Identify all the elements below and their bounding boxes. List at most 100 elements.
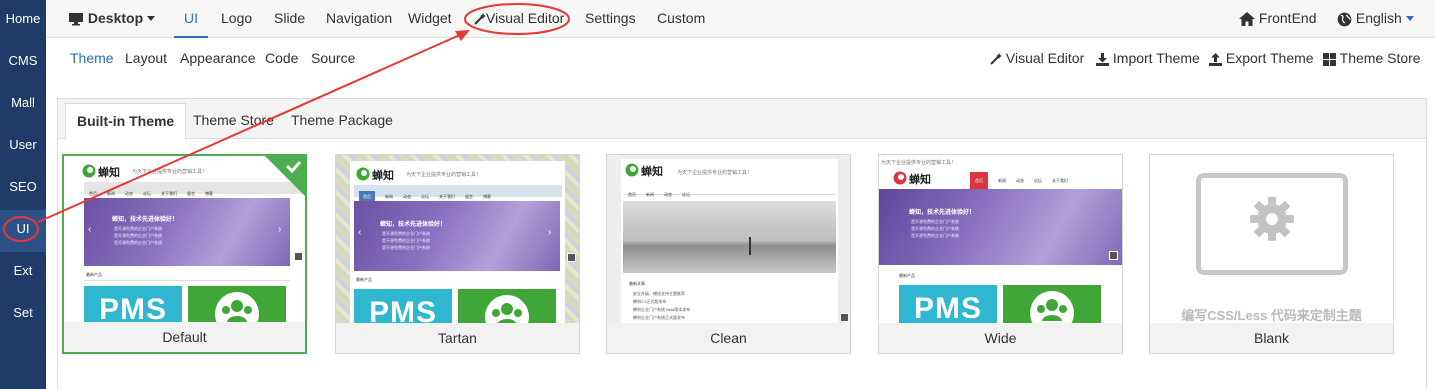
subnav-code[interactable]: Code bbox=[265, 38, 298, 78]
theme-store-button[interactable]: Theme Store bbox=[1323, 38, 1421, 78]
news-line: 安全升级，赠送支持主题推荐 bbox=[633, 291, 685, 296]
chevron-left-icon: ‹ bbox=[88, 224, 92, 235]
section-heading: 最新文章 bbox=[629, 281, 645, 286]
site-banner bbox=[623, 201, 836, 273]
tab-custom[interactable]: Custom bbox=[657, 0, 705, 38]
banner-line: 是开源免费的企业门户系统 bbox=[114, 226, 162, 231]
site-logo-icon bbox=[82, 164, 96, 178]
theme-card-tartan[interactable]: 蝉知 为天下企业提供专业的营销工具！ 首页 新闻 动态 论坛 关于我们 留言 博客 蝉知，技… bbox=[335, 154, 580, 354]
banner-line: 是开源免费的企业门户系统 bbox=[911, 226, 959, 231]
sidebar-item-ui[interactable]: UI bbox=[0, 210, 46, 252]
subnav-theme[interactable]: Theme bbox=[70, 38, 114, 78]
app-root: Home CMS Mall User SEO UI Ext Set Deskto… bbox=[0, 0, 1435, 389]
top-nav: Desktop UI Logo Slide Navigation Widget … bbox=[46, 0, 1435, 38]
section-heading: 最新产品 bbox=[86, 272, 102, 277]
qr-code-icon bbox=[840, 313, 849, 322]
sidebar-item-cms[interactable]: CMS bbox=[0, 42, 46, 84]
site-nav-item: 首页 bbox=[628, 192, 636, 197]
banner-line: 是开源免费的企业门户系统 bbox=[114, 233, 162, 238]
subnav-source[interactable]: Source bbox=[311, 38, 355, 78]
grid-icon bbox=[1323, 52, 1336, 66]
news-line: 蝉知2.6正式版发布 bbox=[633, 299, 667, 304]
theme-card-clean[interactable]: 蝉知 为天下企业提供专业的营销工具！ 首页 新闻 动态 论坛 最新文章 安全升级，赠送… bbox=[606, 154, 851, 354]
site-logo-icon bbox=[893, 171, 907, 185]
magic-wand-icon bbox=[474, 13, 486, 26]
theme-preview: 为天下企业提供专业的营销工具！ 蝉知 首页 新闻 动态 论坛 关于我们 蝉知，技术先进体… bbox=[879, 155, 1122, 325]
tab-theme-package[interactable]: Theme Package bbox=[280, 103, 404, 139]
banner-title: 蝉知，技术先进体验好！ bbox=[909, 210, 976, 216]
checkmark-icon bbox=[265, 156, 305, 196]
site-banner: 蝉知，技术先进体验好！ 是开源免费的企业门户系统 是开源免费的企业门户系统 是开… bbox=[354, 201, 560, 271]
import-theme-button[interactable]: Import Theme bbox=[1096, 38, 1200, 78]
site-nav: 首页 新闻 动态 论坛 bbox=[623, 183, 836, 197]
site-logo-text: 蝉知 bbox=[909, 174, 931, 186]
sidebar-item-ext[interactable]: Ext bbox=[0, 252, 46, 294]
sidebar-item-home[interactable]: Home bbox=[0, 0, 46, 42]
product-image bbox=[188, 286, 286, 326]
visual-editor-button[interactable]: Visual Editor bbox=[990, 38, 1084, 78]
site-logo-text: 蝉知 bbox=[372, 170, 394, 182]
caret-down-icon bbox=[147, 16, 156, 22]
theme-tabs: Built-in Theme Theme Store Theme Package bbox=[58, 99, 1426, 140]
tab-visual-editor[interactable]: Visual Editor bbox=[474, 0, 564, 38]
qr-code-icon bbox=[1109, 251, 1118, 260]
device-dropdown[interactable]: Desktop bbox=[68, 0, 156, 38]
site-nav-item: 新闻 bbox=[998, 178, 1006, 183]
visual-editor-button-label: Visual Editor bbox=[1005, 50, 1085, 66]
magic-wand-icon bbox=[990, 53, 1002, 66]
sidebar-item-seo[interactable]: SEO bbox=[0, 168, 46, 210]
product-image bbox=[458, 289, 556, 325]
upload-icon bbox=[1209, 52, 1222, 66]
theme-store-label: Theme Store bbox=[1339, 50, 1421, 66]
tab-widget[interactable]: Widget bbox=[408, 0, 452, 38]
import-theme-label: Import Theme bbox=[1112, 50, 1200, 66]
site-slogan: 为天下企业提供专业的营销工具！ bbox=[132, 169, 208, 175]
tab-theme-store[interactable]: Theme Store bbox=[182, 103, 285, 139]
subnav-appearance[interactable]: Appearance bbox=[180, 38, 256, 78]
theme-card-blank[interactable]: 编写CSS/Less 代码来定制主题 Blank bbox=[1149, 154, 1394, 354]
sidebar-item-user[interactable]: User bbox=[0, 126, 46, 168]
users-icon bbox=[485, 295, 529, 325]
site-nav: 首页 新闻 动态 论坛 关于我们 留言 博客 bbox=[354, 185, 562, 203]
frontend-link[interactable]: FrontEnd bbox=[1239, 0, 1316, 38]
gear-icon bbox=[1250, 197, 1294, 241]
caret-down-icon bbox=[1405, 16, 1414, 22]
theme-name: Clean bbox=[607, 323, 850, 353]
blank-theme-caption: 编写CSS/Less 代码来定制主题 bbox=[1181, 308, 1362, 323]
sidebar-item-mall[interactable]: Mall bbox=[0, 84, 46, 126]
export-theme-button[interactable]: Export Theme bbox=[1209, 38, 1314, 78]
theme-name: Tartan bbox=[336, 323, 579, 353]
site-logo-icon bbox=[625, 163, 639, 177]
language-dropdown[interactable]: English bbox=[1337, 0, 1414, 38]
globe-icon bbox=[1337, 12, 1352, 27]
theme-preview: 蝉知 为天下企业提供专业的营销工具！ 首页 新闻 动态 论坛 关于我们 留言 博客 蝉知，技… bbox=[336, 155, 579, 325]
theme-card-wide[interactable]: 为天下企业提供专业的营销工具！ 蝉知 首页 新闻 动态 论坛 关于我们 蝉知，技术先进体… bbox=[878, 154, 1123, 354]
subnav-layout[interactable]: Layout bbox=[125, 38, 167, 78]
theme-preview: 编写CSS/Less 代码来定制主题 bbox=[1150, 155, 1393, 325]
tab-ui[interactable]: UI bbox=[174, 0, 208, 38]
banner-line: 是开源免费的企业门户系统 bbox=[911, 219, 959, 224]
download-icon bbox=[1096, 52, 1109, 66]
sidebar-item-set[interactable]: Set bbox=[0, 294, 46, 336]
tab-settings[interactable]: Settings bbox=[585, 0, 636, 38]
chevron-right-icon: › bbox=[548, 227, 552, 238]
users-icon bbox=[215, 292, 259, 326]
theme-preview: 蝉知 为天下企业提供专业的营销工具！ 首页 新闻 动态 论坛 关于我们 留言 博客 蝉知，技… bbox=[64, 156, 305, 326]
pms-product-image: PMS bbox=[84, 286, 182, 326]
users-icon bbox=[1030, 291, 1074, 325]
banner-title: 蝉知，技术先进体验好！ bbox=[380, 222, 447, 228]
tab-logo[interactable]: Logo bbox=[221, 0, 252, 38]
pms-product-image: PMS bbox=[354, 289, 452, 325]
site-nav-item: 动态 bbox=[1016, 178, 1024, 183]
site-slogan: 为天下企业提供专业的营销工具！ bbox=[677, 170, 753, 176]
language-label: English bbox=[1355, 10, 1402, 26]
sidebar: Home CMS Mall User SEO UI Ext Set bbox=[0, 0, 46, 389]
section-heading: 最新产品 bbox=[899, 273, 915, 278]
tab-slide[interactable]: Slide bbox=[274, 0, 305, 38]
tab-built-in-theme[interactable]: Built-in Theme bbox=[65, 103, 187, 140]
site-nav-item: 关于我们 bbox=[1052, 178, 1068, 183]
tab-navigation[interactable]: Navigation bbox=[326, 0, 392, 38]
banner-title: 蝉知，技术先进体验好！ bbox=[112, 217, 179, 223]
site-nav-item: 论坛 bbox=[682, 192, 690, 197]
theme-card-default[interactable]: 蝉知 为天下企业提供专业的营销工具！ 首页 新闻 动态 论坛 关于我们 留言 博客 蝉知，技… bbox=[62, 154, 307, 354]
